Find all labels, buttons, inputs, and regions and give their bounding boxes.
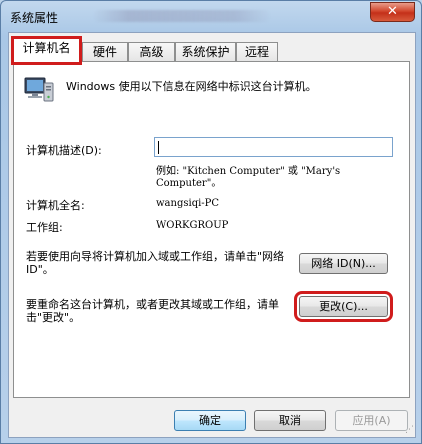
dialog-body: 计算机名 硬件 高级 系统保护 远程 Windows 使用以下信息在网络中标识这… — [8, 32, 416, 438]
intro-text: Windows 使用以下信息在网络中标识这台计算机。 — [66, 80, 317, 93]
tab-system-protection[interactable]: 系统保护 — [175, 42, 236, 62]
close-button[interactable]: ✕ — [370, 2, 415, 22]
computer-description-field[interactable] — [154, 137, 393, 157]
network-id-button[interactable]: 网络 ID(N)... — [299, 253, 388, 274]
example-text: 例如: "Kitchen Computer" 或 "Mary's Compute… — [156, 166, 341, 189]
change-button[interactable]: 更改(C)... — [294, 291, 393, 322]
resize-grip-icon[interactable]: ⋰ — [402, 424, 414, 436]
full-name-label: 计算机全名: — [26, 199, 85, 212]
full-name-value: wangsiqi-PC — [156, 198, 220, 209]
blurred-title-overlay — [93, 10, 271, 22]
workgroup-value: WORKGROUP — [156, 220, 229, 231]
tab-panel-computer-name: Windows 使用以下信息在网络中标识这台计算机。 计算机描述(D): 例如:… — [13, 61, 410, 398]
tab-hardware[interactable]: 硬件 — [82, 42, 128, 62]
title-bar[interactable]: 系统属性 ✕ — [1, 1, 421, 33]
description-label: 计算机描述(D): — [26, 144, 102, 157]
tab-computer-name[interactable]: 计算机名 — [11, 36, 82, 65]
ok-button[interactable]: 确定 — [174, 410, 246, 431]
rename-text: 要重命名这台计算机，或者更改其域或工作组，请单击"更改"。 — [26, 298, 279, 324]
tab-advanced[interactable]: 高级 — [128, 42, 175, 62]
tab-remote[interactable]: 远程 — [236, 42, 278, 62]
cancel-button[interactable]: 取消 — [254, 410, 326, 431]
window-title: 系统属性 — [10, 11, 59, 25]
system-properties-window: 系统属性 ✕ 计算机名 硬件 高级 系统保护 远程 Windows 使用以下信息… — [0, 0, 422, 444]
workgroup-label: 工作组: — [26, 221, 63, 234]
network-id-text: 若要使用向导将计算机加入域或工作组，请单击"网络 ID"。 — [26, 250, 285, 276]
computer-icon — [24, 77, 54, 102]
text-caret — [158, 141, 159, 154]
apply-button[interactable]: 应用(A) — [335, 410, 408, 431]
